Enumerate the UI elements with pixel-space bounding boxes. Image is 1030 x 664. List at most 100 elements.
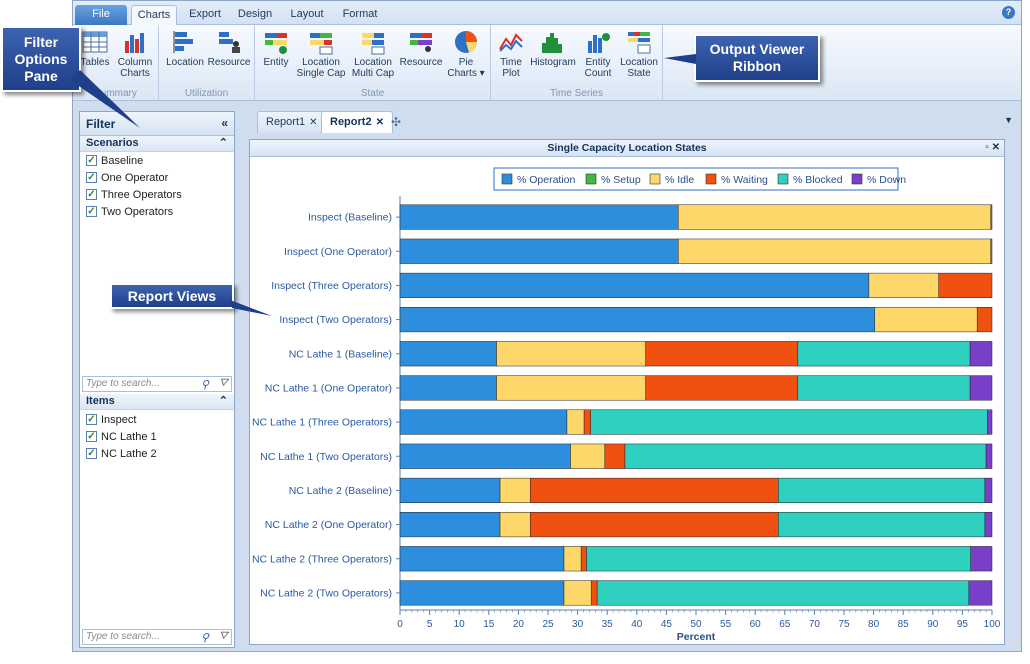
time-plot-icon — [499, 33, 523, 52]
checkbox-checked-icon[interactable]: ✓ — [86, 172, 97, 183]
collapse-up-icon[interactable]: ⌃ — [219, 136, 228, 149]
scenario-checkbox-two-operators[interactable]: ✓ Two Operators — [80, 203, 234, 220]
resource-state-icon — [410, 33, 432, 52]
resource-bars-icon — [219, 32, 240, 53]
scenarios-label: Scenarios — [86, 137, 139, 149]
close-icon[interactable]: ✕ — [992, 142, 1000, 153]
items-label: Items — [86, 395, 115, 407]
x-tick-label: 30 — [572, 619, 584, 630]
bar-segment — [984, 477, 993, 503]
scenario-label: One Operator — [101, 171, 169, 184]
search-icon[interactable]: ⚲ — [201, 631, 209, 644]
bar-segment — [596, 580, 970, 606]
scenario-checkbox-one-operator[interactable]: ✓ One Operator — [80, 169, 234, 186]
location-multi-cap-icon — [362, 33, 385, 55]
resource-state-label: Resource — [399, 57, 443, 68]
add-tab-icon[interactable]: ✣ — [391, 115, 401, 129]
bar-segment — [399, 409, 568, 435]
restore-icon[interactable]: ▫ — [985, 142, 989, 153]
location-utilization-button[interactable]: Location — [165, 29, 205, 68]
legend-entry: % Idle — [665, 174, 694, 186]
bar-segment — [970, 546, 993, 572]
close-icon[interactable]: ✕ — [376, 117, 384, 128]
items-search-input[interactable]: Type to search... ⚲ ⛛ — [82, 629, 232, 645]
bar-segment — [399, 238, 679, 264]
item-checkbox-nc-lathe-1[interactable]: ✓ NC Lathe 1 — [80, 428, 234, 445]
item-checkbox-inspect[interactable]: ✓ Inspect — [80, 411, 234, 428]
checkbox-checked-icon[interactable]: ✓ — [86, 189, 97, 200]
tables-button[interactable]: Tables — [77, 29, 113, 68]
entity-count-button[interactable]: Entity Count — [579, 29, 617, 79]
y-tick-label: Inspect (One Operator) — [284, 246, 392, 258]
tab-file[interactable]: File — [75, 5, 127, 25]
tab-layout[interactable]: Layout — [285, 5, 329, 25]
location-single-cap-label: Location Single Cap — [296, 57, 346, 79]
time-plot-label: Time Plot — [500, 57, 522, 79]
checkbox-checked-icon[interactable]: ✓ — [86, 206, 97, 217]
collapse-up-icon[interactable]: ⌃ — [219, 394, 228, 407]
bar-segment — [399, 580, 565, 606]
checkbox-checked-icon[interactable]: ✓ — [86, 448, 97, 459]
tab-design[interactable]: Design — [233, 5, 277, 25]
tables-label: Tables — [80, 57, 110, 68]
tab-report1[interactable]: Report1 ✕ — [257, 111, 327, 133]
scenarios-search-input[interactable]: Type to search... ⚲ ⛛ — [82, 376, 232, 392]
tab-format[interactable]: Format — [337, 5, 383, 25]
tab-label: Report1 — [266, 116, 306, 128]
tab-charts[interactable]: Charts — [131, 5, 177, 26]
x-tick-label: 40 — [631, 619, 643, 630]
tab-report2[interactable]: Report2 ✕ — [321, 111, 393, 133]
checkbox-checked-icon[interactable]: ✓ — [86, 414, 97, 425]
help-icon[interactable]: ? — [1002, 6, 1015, 19]
item-checkbox-nc-lathe-2[interactable]: ✓ NC Lathe 2 — [80, 445, 234, 462]
column-charts-button[interactable]: Column Charts — [115, 29, 155, 79]
scenarios-section-header[interactable]: Scenarios ⌃ — [80, 136, 234, 152]
bar-segment — [969, 375, 993, 401]
x-tick-label: 10 — [454, 619, 466, 630]
entity-count-icon — [588, 33, 610, 53]
entity-state-button[interactable]: Entity — [259, 29, 293, 68]
histogram-button[interactable]: Histogram — [529, 29, 577, 68]
callout-text: Output Viewer Ribbon — [709, 41, 805, 74]
location-bars-icon — [173, 31, 193, 53]
scenario-checkbox-baseline[interactable]: ✓ Baseline — [80, 152, 234, 169]
location-state-button[interactable]: Location State — [619, 29, 659, 79]
bar-segment — [677, 204, 992, 230]
collapse-double-chevron-icon[interactable]: « — [221, 116, 228, 130]
bar-segment — [399, 443, 571, 469]
checkbox-checked-icon[interactable]: ✓ — [86, 431, 97, 442]
filter-pane: Filter « Scenarios ⌃ ✓ Baseline ✓ One Oper… — [79, 111, 235, 648]
time-plot-button[interactable]: Time Plot — [495, 29, 527, 79]
bar-segment — [529, 512, 779, 538]
checkbox-checked-icon[interactable]: ✓ — [86, 155, 97, 166]
resource-utilization-button[interactable]: Resource — [207, 29, 251, 68]
bar-segment — [583, 409, 591, 435]
y-tick-label: Inspect (Three Operators) — [271, 280, 392, 292]
bar-segment — [399, 272, 870, 298]
scenario-label: Baseline — [101, 154, 144, 167]
tab-list-dropdown-icon[interactable]: ▼ — [1004, 115, 1013, 125]
entity-count-label: Entity Count — [584, 57, 612, 79]
bar-segment — [874, 307, 978, 333]
location-single-cap-button[interactable]: Location Single Cap — [295, 29, 347, 79]
filter-clear-icon[interactable]: ⛛ — [219, 377, 228, 390]
location-multi-cap-button[interactable]: Location Multi Cap — [349, 29, 397, 79]
bar-segment — [868, 272, 939, 298]
pie-charts-button[interactable]: Pie Charts ▾ — [445, 29, 487, 79]
bar-segment — [645, 341, 799, 367]
column-chart-icon — [125, 33, 144, 53]
column-charts-label: Column Charts — [117, 57, 153, 79]
items-section-header[interactable]: Items ⌃ — [80, 394, 234, 410]
bar-segment — [399, 512, 501, 538]
legend-swatch — [501, 173, 513, 185]
tab-export[interactable]: Export — [183, 5, 227, 25]
close-icon[interactable]: ✕ — [309, 117, 317, 128]
y-tick-label: NC Lathe 2 (Two Operators) — [260, 587, 392, 599]
bar-segment — [645, 375, 799, 401]
scenario-checkbox-three-operators[interactable]: ✓ Three Operators — [80, 186, 234, 203]
resource-state-button[interactable]: Resource — [399, 29, 443, 68]
filter-clear-icon[interactable]: ⛛ — [219, 630, 228, 643]
y-tick-label: NC Lathe 1 (One Operator) — [265, 382, 392, 394]
search-icon[interactable]: ⚲ — [201, 378, 209, 391]
ribbon-group-time-series: Time Plot Histogram Entity Count Locatio… — [491, 25, 663, 101]
